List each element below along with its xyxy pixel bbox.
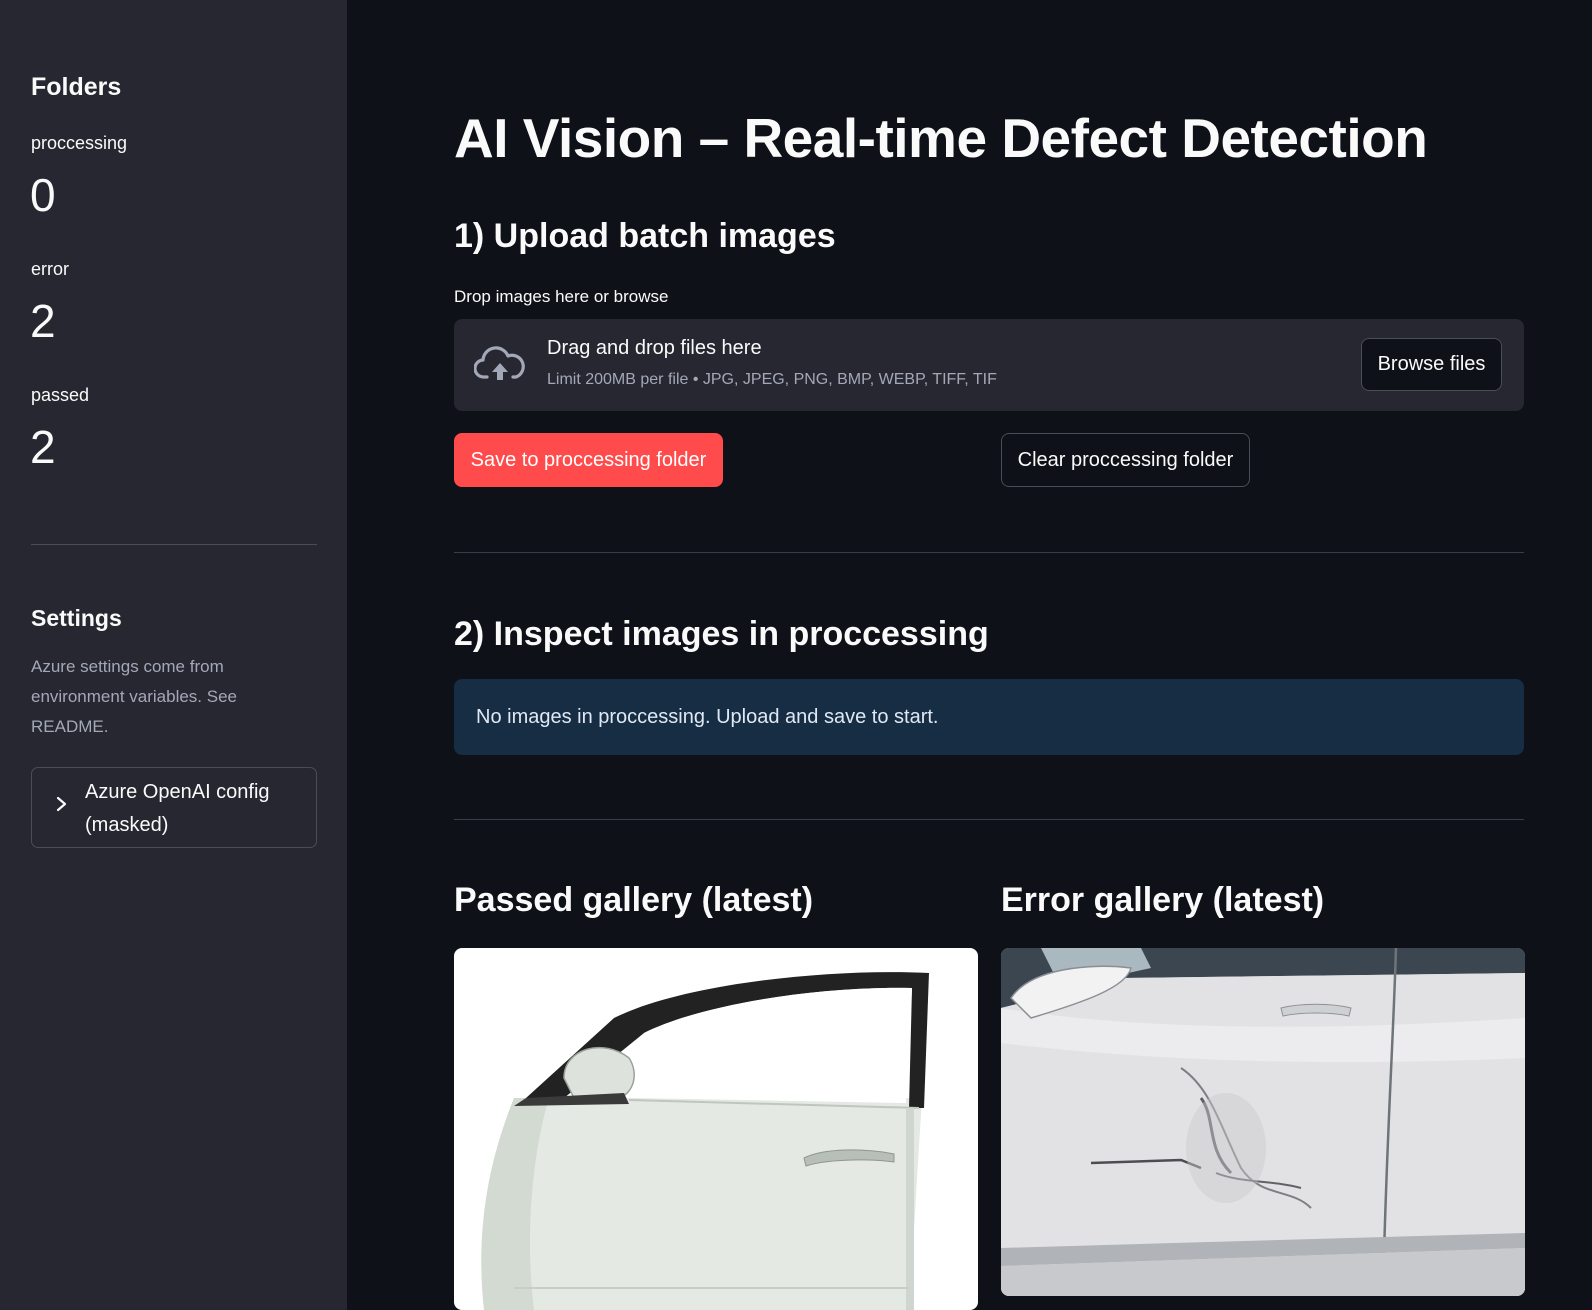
chevron-right-icon	[56, 796, 67, 812]
expander-label: Azure OpenAI config (masked)	[85, 781, 270, 836]
dropzone-title: Drag and drop files here	[547, 337, 762, 359]
settings-heading: Settings	[31, 605, 122, 631]
error-gallery-heading: Error gallery (latest)	[1001, 881, 1325, 919]
info-alert: No images in proccessing. Upload and sav…	[454, 679, 1524, 755]
metric-passed-value: 2	[30, 421, 56, 473]
metric-proccessing-value: 0	[30, 169, 56, 221]
dropzone-subtitle: Limit 200MB per file • JPG, JPEG, PNG, B…	[547, 371, 997, 388]
settings-caption: Azure settings come from environment var…	[31, 657, 238, 736]
section-inspect-heading: 2) Inspect images in proccessing	[454, 615, 989, 653]
browse-files-button[interactable]: Browse files	[1361, 338, 1502, 391]
section-divider	[454, 552, 1524, 553]
sidebar-divider	[31, 544, 317, 545]
metric-proccessing-label: proccessing	[31, 133, 128, 153]
metric-error-label: error	[31, 259, 70, 279]
file-dropzone[interactable]: Drag and drop files here Limit 200MB per…	[454, 319, 1524, 411]
passed-gallery-heading: Passed gallery (latest)	[454, 881, 814, 919]
save-to-proccessing-button[interactable]: Save to proccessing folder	[454, 433, 723, 487]
metric-passed-label: passed	[31, 385, 90, 405]
page-title: AI Vision – Real-time Defect Detection	[454, 107, 1428, 169]
passed-gallery-image[interactable]	[454, 948, 978, 1310]
azure-config-expander[interactable]: Azure OpenAI config (masked)	[31, 767, 317, 848]
main-content: AI Vision – Real-time Defect Detection 1…	[347, 0, 1592, 1310]
cloud-upload-icon	[474, 346, 525, 380]
section-divider	[454, 819, 1524, 820]
folders-heading: Folders	[31, 73, 122, 101]
metric-error-value: 2	[30, 295, 56, 347]
clear-proccessing-button[interactable]: Clear proccessing folder	[1001, 433, 1250, 487]
sidebar: Folders proccessing 0 error 2 passed 2 S…	[0, 0, 347, 1310]
section-upload-heading: 1) Upload batch images	[454, 217, 836, 255]
error-gallery-image[interactable]	[1001, 948, 1525, 1296]
uploader-label: Drop images here or browse	[454, 287, 669, 306]
